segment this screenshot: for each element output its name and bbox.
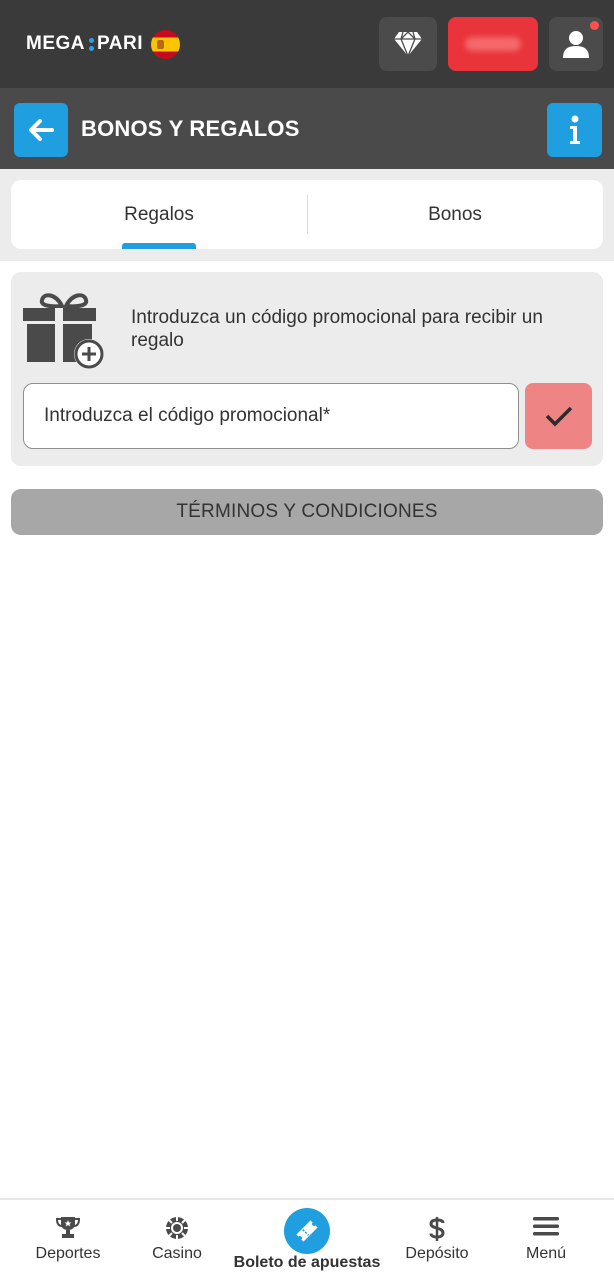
- balance-button[interactable]: [448, 17, 538, 71]
- megapari-logo[interactable]: MEGA PARI: [26, 28, 180, 60]
- nav-casino-label: Casino: [152, 1245, 202, 1262]
- back-button[interactable]: [14, 103, 68, 157]
- bet-slip-button[interactable]: [284, 1208, 330, 1254]
- nav-boleto-de-apuestas[interactable]: Boleto de apuestas: [226, 1200, 388, 1280]
- profile-button[interactable]: [549, 17, 603, 71]
- nav-deportes-label: Deportes: [35, 1245, 101, 1262]
- promo-code-placeholder: Introduzca el código promocional*: [44, 405, 331, 426]
- gift-add-icon: [23, 293, 104, 369]
- top-header: MEGA PARI: [0, 0, 614, 88]
- check-icon: [545, 406, 572, 427]
- casino-chip-icon: [166, 1217, 188, 1239]
- promo-submit-button[interactable]: [525, 383, 592, 449]
- notification-dot: [590, 21, 599, 30]
- terms-label: TÉRMINOS Y CONDICIONES: [176, 501, 438, 522]
- balance-amount-blurred: [465, 37, 521, 51]
- logo-text-mega: MEGA: [26, 33, 85, 54]
- promo-code-card: Introduzca un código promocional para re…: [11, 272, 603, 466]
- terms-and-conditions-button[interactable]: TÉRMINOS Y CONDICIONES: [11, 489, 603, 535]
- page-title: BONOS Y REGALOS: [81, 116, 300, 141]
- active-tab-indicator: [122, 243, 196, 249]
- user-icon: [563, 31, 589, 58]
- bottom-navigation: Deportes Casino Boleto de apuestas Depós…: [0, 1198, 614, 1280]
- tab-bonos-label: Bonos: [428, 203, 482, 225]
- nav-deportes[interactable]: Deportes: [18, 1200, 118, 1280]
- tab-bar: Regalos Bonos: [11, 180, 603, 249]
- dollar-icon: [429, 1217, 445, 1241]
- trophy-icon: [56, 1217, 80, 1238]
- vip-button[interactable]: [379, 17, 437, 71]
- page-title-bar: BONOS Y REGALOS: [0, 88, 614, 169]
- tab-regalos[interactable]: Regalos: [11, 180, 307, 249]
- ticket-icon: [296, 1220, 318, 1242]
- promo-code-input[interactable]: Introduzca el código promocional*: [23, 383, 519, 449]
- nav-casino[interactable]: Casino: [127, 1200, 227, 1280]
- info-icon: [569, 115, 580, 144]
- nav-menu-label: Menú: [525, 1245, 567, 1262]
- nav-deposito[interactable]: Depósito: [387, 1200, 487, 1280]
- arrow-left-icon: [29, 119, 54, 141]
- tab-regalos-label: Regalos: [124, 203, 194, 225]
- nav-deposito-label: Depósito: [405, 1245, 469, 1262]
- tab-bonos[interactable]: Bonos: [307, 180, 603, 249]
- logo-dots: [89, 37, 94, 51]
- nav-menu[interactable]: Menú: [496, 1200, 596, 1280]
- tab-divider: [307, 195, 308, 234]
- spain-flag-icon[interactable]: [150, 29, 180, 59]
- nav-boleto-label: Boleto de apuestas: [233, 1254, 381, 1271]
- promo-description: Introduzca un código promocional para re…: [131, 307, 543, 351]
- hamburger-menu-icon: [533, 1217, 559, 1236]
- logo-text-pari: PARI: [97, 33, 143, 54]
- info-button[interactable]: [547, 103, 602, 157]
- diamond-icon: [394, 31, 422, 57]
